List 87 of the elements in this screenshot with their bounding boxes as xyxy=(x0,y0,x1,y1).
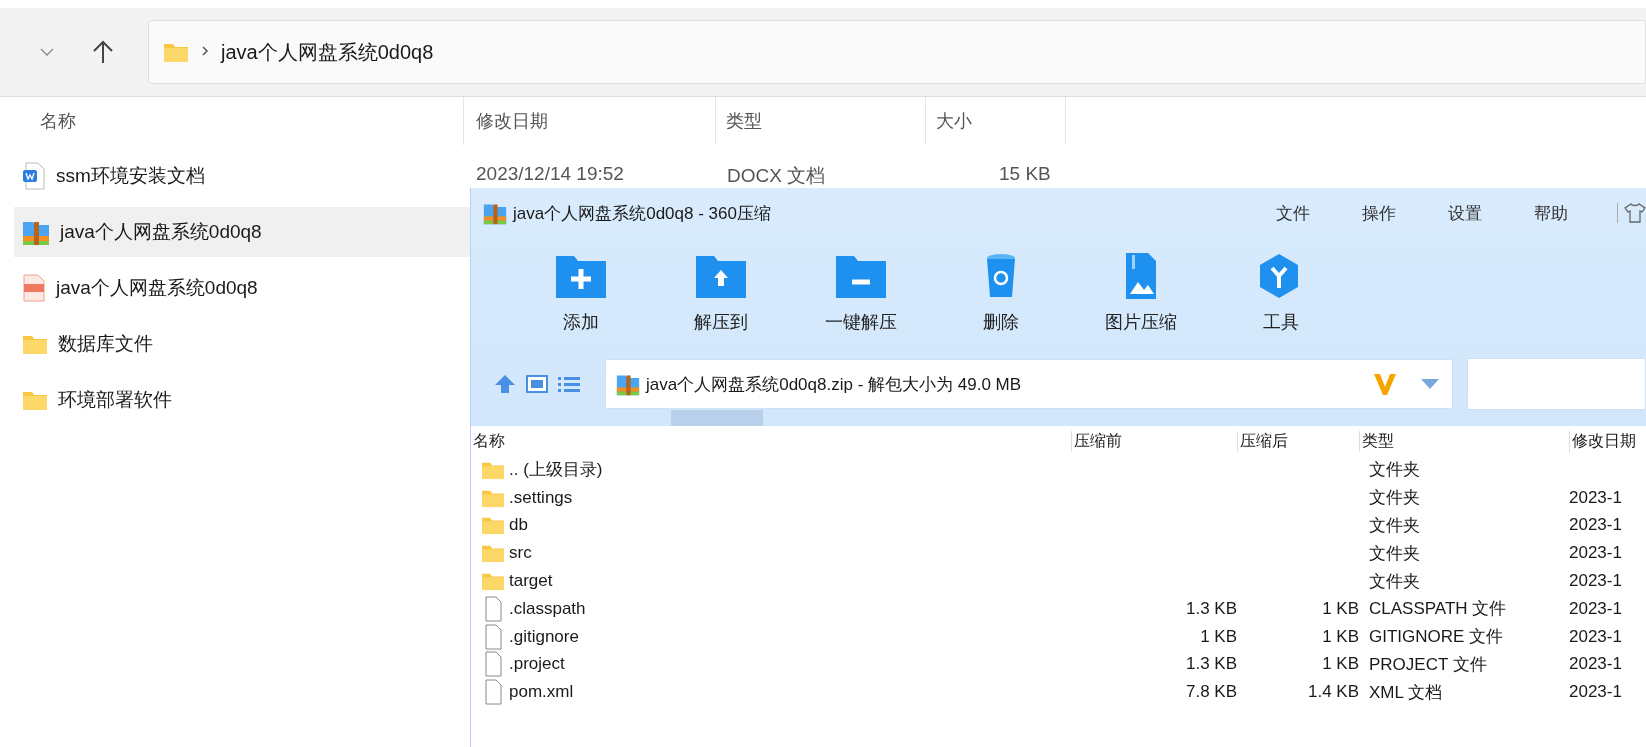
entry-name: target xyxy=(509,571,553,592)
size-after: 1 KB xyxy=(1322,626,1359,646)
entry-name: .project xyxy=(509,654,565,675)
up-arrow-icon[interactable] xyxy=(92,40,114,64)
column-header[interactable]: 名称 xyxy=(471,430,1071,452)
menu-item[interactable]: 帮助 xyxy=(1534,201,1568,225)
toolbar-button[interactable]: 解压到 xyxy=(651,238,791,358)
column-header[interactable]: 名称 xyxy=(0,97,464,145)
entry-type: XML 文档 xyxy=(1369,682,1443,702)
file-row[interactable]: 数据库文件 xyxy=(14,319,470,369)
entry-date: 2023-1 xyxy=(1569,626,1622,646)
entry-date: 2023-1 xyxy=(1569,543,1622,563)
entry-name: db xyxy=(509,515,528,536)
size-before: 7.8 KB xyxy=(1185,682,1237,702)
column-header[interactable]: 压缩前 xyxy=(1071,430,1237,452)
v-logo-icon xyxy=(1372,371,1398,397)
search-field[interactable] xyxy=(1467,358,1646,410)
path-text: java个人网盘系统0d0q8 xyxy=(221,39,434,65)
toolbar-button[interactable]: 图片压缩 xyxy=(1071,238,1211,358)
toolbar-button[interactable]: 工具 xyxy=(1211,238,1351,358)
video-file-icon xyxy=(22,274,46,302)
entry-type: PROJECT 文件 xyxy=(1369,654,1487,674)
file-name: 环境部署软件 xyxy=(58,388,172,412)
entry-type: 文件夹 xyxy=(1369,571,1420,591)
folder-icon xyxy=(481,515,505,536)
column-header[interactable]: 压缩后 xyxy=(1237,430,1359,452)
archive-icon xyxy=(483,201,507,225)
file-date: 2023/12/14 19:52 xyxy=(476,163,624,185)
entry-name: src xyxy=(509,543,532,564)
toolbar-button[interactable]: 删除 xyxy=(931,238,1071,358)
entry-date: 2023-1 xyxy=(1569,598,1622,618)
menu-item[interactable]: 文件 xyxy=(1276,201,1310,225)
address-text: java个人网盘系统0d0q8.zip - 解包大小为 49.0 MB xyxy=(646,373,1022,396)
entry-type: 文件夹 xyxy=(1369,516,1420,535)
column-header[interactable]: 修改日期 xyxy=(464,97,716,145)
entry-type: 文件夹 xyxy=(1369,543,1420,563)
entry-name: .classpath xyxy=(509,598,586,619)
entry-name: .settings xyxy=(509,487,573,508)
size-after: 1 KB xyxy=(1322,598,1359,618)
panel-view-icon[interactable] xyxy=(525,373,549,395)
entry-name: .gitignore xyxy=(509,626,579,647)
entry-date: 2023-1 xyxy=(1569,571,1622,591)
shirt-icon[interactable] xyxy=(1617,203,1646,223)
file-row[interactable]: java个人网盘系统0d0q8 xyxy=(14,207,470,257)
file-row[interactable]: 环境部署软件 xyxy=(14,375,470,425)
archive-icon xyxy=(616,372,640,396)
size-before: 1.3 KB xyxy=(1185,598,1237,618)
entry-date: 2023-1 xyxy=(1569,515,1622,535)
entry-type: CLASSPATH 文件 xyxy=(1369,599,1507,619)
column-header[interactable]: 修改日期 xyxy=(1569,430,1646,452)
entry-date: 2023-1 xyxy=(1569,654,1622,674)
file-type: DOCX 文档 xyxy=(727,164,826,188)
entry-date: 2023-1 xyxy=(1569,487,1622,507)
entry-date: 2023-1 xyxy=(1569,682,1622,702)
column-header[interactable]: 类型 xyxy=(716,97,926,145)
entry-name: .. (上级目录) xyxy=(509,459,603,482)
dropdown-icon[interactable] xyxy=(1420,378,1440,390)
address-bar[interactable]: java个人网盘系统0d0q8 xyxy=(148,20,1646,84)
address-field[interactable]: java个人网盘系统0d0q8.zip - 解包大小为 49.0 MB xyxy=(605,359,1453,409)
entry-name: pom.xml xyxy=(509,682,574,703)
toolbar-button[interactable]: 一键解压 xyxy=(791,238,931,358)
folder-icon xyxy=(481,571,505,592)
size-after: 1.4 KB xyxy=(1307,682,1359,702)
column-header[interactable]: 类型 xyxy=(1359,430,1569,452)
file-row[interactable]: java个人网盘系统0d0q8 xyxy=(14,263,470,313)
size-before: 1.3 KB xyxy=(1185,654,1237,674)
file-size: 15 KB xyxy=(999,163,1051,185)
folder-icon xyxy=(481,543,505,564)
size-before: 1 KB xyxy=(1200,626,1237,646)
size-after: 1 KB xyxy=(1322,654,1359,674)
folder-icon xyxy=(22,333,48,355)
column-header[interactable]: 大小 xyxy=(926,97,1066,145)
entry-type: 文件夹 xyxy=(1369,488,1420,508)
entry-type: 文件夹 xyxy=(1369,460,1420,480)
menu-item[interactable]: 设置 xyxy=(1448,201,1482,225)
chevron-down-icon[interactable] xyxy=(40,47,54,57)
folder-icon xyxy=(163,41,189,63)
file-name: 数据库文件 xyxy=(58,332,153,356)
file-name: ssm环境安装文档 xyxy=(56,164,205,188)
folder-icon xyxy=(22,389,48,411)
file-name: java个人网盘系统0d0q8 xyxy=(60,220,262,244)
entry-type: GITIGNORE 文件 xyxy=(1369,627,1504,647)
file-name: java个人网盘系统0d0q8 xyxy=(56,276,258,300)
window-title: java个人网盘系统0d0q8 - 360压缩 xyxy=(513,202,771,225)
toolbar-button[interactable]: 添加 xyxy=(511,238,651,358)
document-icon xyxy=(22,162,46,190)
menu-item[interactable]: 操作 xyxy=(1362,201,1396,225)
